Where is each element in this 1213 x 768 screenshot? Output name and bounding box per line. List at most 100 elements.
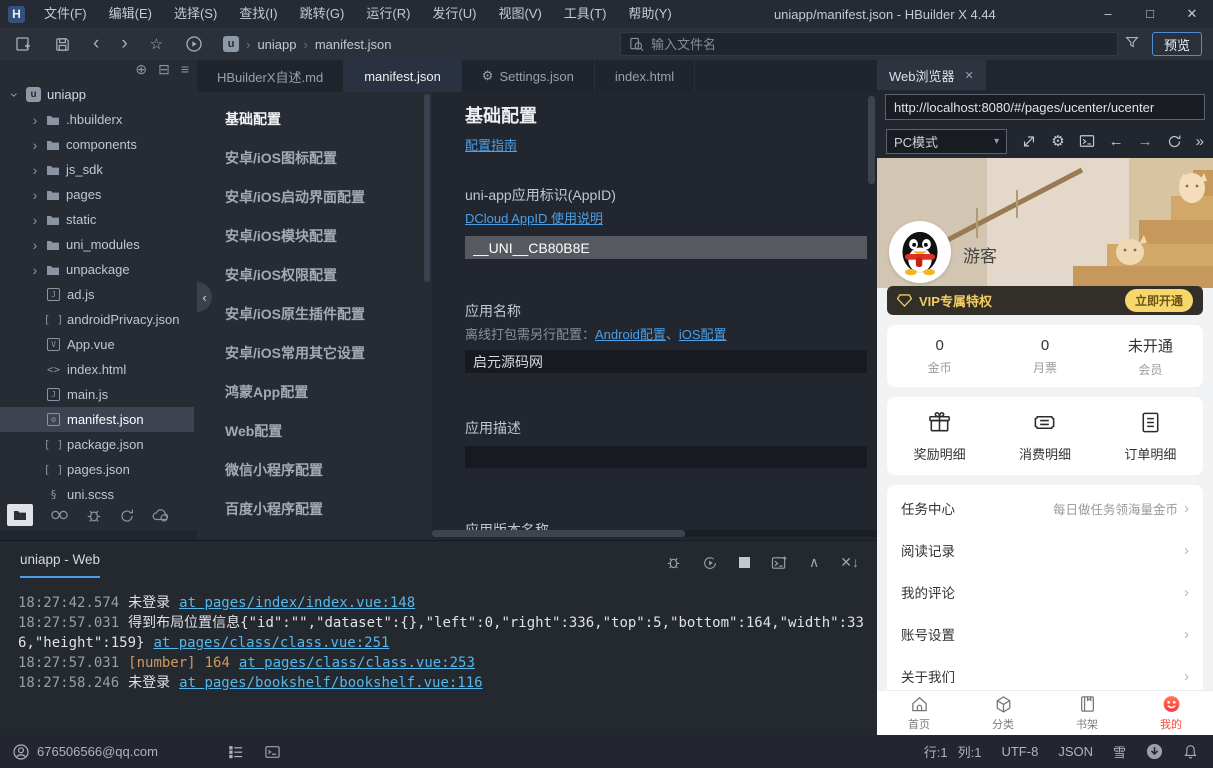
tree-item-app-vue[interactable]: V App.vue xyxy=(0,332,194,357)
clear-console-icon[interactable]: ✕↓ xyxy=(840,554,859,571)
tree-item-uni-modules[interactable]: › uni_modules xyxy=(0,232,194,257)
action-reward-detail[interactable]: 奖励明细 xyxy=(887,410,992,463)
menu-goto[interactable]: 跳转(G) xyxy=(289,0,356,28)
vip-banner[interactable]: VIP专属特权 立即开通 xyxy=(887,286,1203,315)
more-tools-icon[interactable]: » xyxy=(1196,133,1204,150)
notification-bell-icon[interactable] xyxy=(1183,744,1198,760)
action-consume-detail[interactable]: 消费明细 xyxy=(992,410,1097,463)
cursor-line[interactable]: 行:1 xyxy=(924,742,948,761)
nav-native-plugin-config[interactable]: 安卓/iOS原生插件配置 xyxy=(197,295,432,334)
browser-tab[interactable]: Web浏览器 ✕ xyxy=(877,60,986,90)
tab-manifest-json[interactable]: manifest.json xyxy=(344,60,462,92)
open-external-icon[interactable] xyxy=(1021,133,1037,149)
sync-view-icon[interactable] xyxy=(119,508,135,523)
stat-monthly-ticket[interactable]: 0 月票 xyxy=(992,337,1097,376)
avatar[interactable] xyxy=(889,221,951,283)
app-desc-input[interactable] xyxy=(465,446,867,468)
weather-indicator[interactable]: 雪 xyxy=(1113,742,1126,761)
menu-account-settings[interactable]: 账号设置 › xyxy=(887,613,1203,655)
menu-reading-history[interactable]: 阅读记录 › xyxy=(887,529,1203,571)
nav-baidu-mp-config[interactable]: 百度小程序配置 xyxy=(197,490,432,529)
tree-item-ad-js[interactable]: J ad.js xyxy=(0,282,194,307)
tree-item-pages-json[interactable]: [ ] pages.json xyxy=(0,457,194,482)
plugin-cloud-icon[interactable] xyxy=(152,508,170,522)
chevron-right-icon[interactable]: › xyxy=(30,112,40,128)
menu-tools[interactable]: 工具(T) xyxy=(553,0,618,28)
console-tab-uniapp-web[interactable]: uniapp - Web xyxy=(20,552,101,578)
nav-web-config[interactable]: Web配置 xyxy=(197,412,432,451)
nav-scrollbar[interactable] xyxy=(424,94,430,282)
nav-icon-config[interactable]: 安卓/iOS图标配置 xyxy=(197,139,432,178)
tree-item-uniapp[interactable]: › u uniapp xyxy=(0,82,194,107)
explorer-menu-icon[interactable]: ≡ xyxy=(181,61,189,78)
ios-config-link[interactable]: iOS配置 xyxy=(679,327,727,342)
log-source-link[interactable]: at pages/class/class.vue:253 xyxy=(239,655,475,671)
tree-item-main-js[interactable]: J main.js xyxy=(0,382,194,407)
new-file-icon[interactable] xyxy=(14,35,32,53)
nav-permission-config[interactable]: 安卓/iOS权限配置 xyxy=(197,256,432,295)
tree-item-androidprivacy-json[interactable]: [ ] androidPrivacy.json xyxy=(0,307,194,332)
filter-icon[interactable] xyxy=(1124,34,1140,50)
chevron-right-icon[interactable]: › xyxy=(30,237,40,253)
menu-find[interactable]: 查找(I) xyxy=(228,0,288,28)
vip-open-button[interactable]: 立即开通 xyxy=(1124,289,1193,312)
nav-weixin-mp-config[interactable]: 微信小程序配置 xyxy=(197,451,432,490)
file-search-box[interactable] xyxy=(620,32,1118,56)
forward-icon[interactable]: › xyxy=(121,34,127,53)
menu-publish[interactable]: 发行(U) xyxy=(421,0,487,28)
collapse-all-icon[interactable]: ⊟ xyxy=(158,61,170,78)
file-encoding[interactable]: UTF-8 xyxy=(1001,744,1038,759)
chevron-right-icon[interactable]: › xyxy=(30,262,40,278)
nav-harmony-config[interactable]: 鸿蒙App配置 xyxy=(197,373,432,412)
nav-other-settings[interactable]: 安卓/iOS常用其它设置 xyxy=(197,334,432,373)
app-name-input[interactable] xyxy=(465,350,867,373)
back-icon[interactable]: ‹ xyxy=(93,34,99,53)
browser-refresh-icon[interactable] xyxy=(1167,134,1182,149)
tree-item-static[interactable]: › static xyxy=(0,207,194,232)
minimize-button[interactable]: – xyxy=(1087,0,1129,28)
device-mode-select[interactable]: PC模式 ▾ xyxy=(886,128,1008,154)
tab-mine[interactable]: 我的 xyxy=(1129,691,1213,735)
url-input[interactable] xyxy=(885,94,1205,120)
appid-help-link[interactable]: DCloud AppID 使用说明 xyxy=(465,208,603,227)
browser-back-icon[interactable]: ← xyxy=(1109,133,1124,150)
chevron-right-icon[interactable]: › xyxy=(30,162,40,178)
config-guide-link[interactable]: 配置指南 xyxy=(465,135,517,154)
close-button[interactable]: ✕ xyxy=(1171,0,1213,28)
nav-splash-config[interactable]: 安卓/iOS启动界面配置 xyxy=(197,178,432,217)
stat-coins[interactable]: 0 金币 xyxy=(887,337,992,376)
tree-item-manifest-json[interactable]: ⚙ manifest.json xyxy=(0,407,194,432)
chevron-down-icon[interactable]: › xyxy=(7,90,23,100)
tree-item-js-sdk[interactable]: › js_sdk xyxy=(0,157,194,182)
outline-list-icon[interactable] xyxy=(228,745,244,759)
tab-home[interactable]: 首页 xyxy=(877,691,961,735)
browser-forward-icon[interactable]: → xyxy=(1138,133,1153,150)
stop-icon[interactable] xyxy=(739,557,751,568)
restart-icon[interactable] xyxy=(702,555,718,571)
debug-view-icon[interactable] xyxy=(86,508,102,523)
update-download-icon[interactable] xyxy=(1146,743,1163,760)
new-terminal-icon[interactable] xyxy=(771,555,788,570)
breadcrumb-file[interactable]: manifest.json xyxy=(315,37,392,52)
tree-item-hbuilderx[interactable]: › .hbuilderx xyxy=(0,107,194,132)
stat-membership[interactable]: 未开通 会员 xyxy=(1098,335,1203,378)
search-input[interactable] xyxy=(651,36,1109,52)
terminal-icon[interactable] xyxy=(264,745,281,759)
menu-task-center[interactable]: 任务中心 每日做任务领海量金币 › xyxy=(887,487,1203,529)
android-config-link[interactable]: Android配置 xyxy=(595,327,666,342)
collapse-panel-icon[interactable]: ∧ xyxy=(809,554,819,571)
chevron-right-icon[interactable]: › xyxy=(30,187,40,203)
menu-about-us[interactable]: 关于我们 › xyxy=(887,655,1203,690)
menu-my-comments[interactable]: 我的评论 › xyxy=(887,571,1203,613)
tree-item-pages[interactable]: › pages xyxy=(0,182,194,207)
appid-input[interactable] xyxy=(465,236,867,259)
tab-bookshelf[interactable]: 书架 xyxy=(1045,691,1129,735)
menu-file[interactable]: 文件(F) xyxy=(33,0,98,28)
chevron-right-icon[interactable]: › xyxy=(30,137,40,153)
account-area[interactable]: 676506566@qq.com xyxy=(13,743,158,760)
browser-settings-gear-icon[interactable]: ⚙ xyxy=(1051,132,1064,150)
horizontal-scrollbar[interactable] xyxy=(432,530,877,537)
tree-item-unpackage[interactable]: › unpackage xyxy=(0,257,194,282)
menu-run[interactable]: 运行(R) xyxy=(355,0,421,28)
maximize-button[interactable]: □ xyxy=(1129,0,1171,28)
